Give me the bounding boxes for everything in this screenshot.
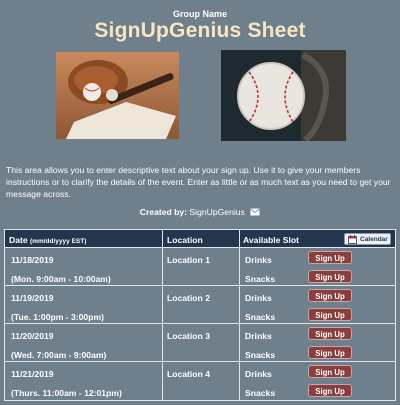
row-date: 11/19/2019 (11, 293, 54, 303)
signup-button-snacks[interactable]: Sign Up (308, 384, 352, 397)
group-name: Group Name (172, 9, 227, 19)
row-location: Location 1 (167, 255, 210, 265)
table-row: 11/21/2019 (Thurs. 11:00am - 12:01pm) Lo… (5, 362, 395, 400)
calendar-icon (348, 235, 357, 246)
column-header-location: Location (167, 235, 203, 245)
column-header-slot: Available Slot (243, 235, 300, 245)
slot-snacks: Snacks (245, 312, 276, 322)
row-date: 11/21/2019 (11, 369, 54, 379)
slot-drinks: Drinks (245, 293, 272, 303)
table-row: 11/19/2019 (Tue. 1:00pm - 3:00pm) Locati… (5, 286, 395, 324)
row-date: 11/18/2019 (11, 255, 54, 265)
row-time: (Thurs. 11:00am - 12:01pm) (11, 388, 122, 398)
signup-button-snacks[interactable]: Sign Up (308, 346, 352, 359)
row-time: (Mon. 9:00am - 10:00am) (11, 274, 111, 284)
baseball-glove-photo (56, 52, 179, 139)
calendar-button[interactable]: Calendar (344, 233, 391, 245)
slot-snacks: Snacks (245, 274, 276, 284)
created-by: Created by: SignUpGenius (0, 207, 400, 218)
signup-button-drinks[interactable]: Sign Up (308, 327, 352, 340)
envelope-icon[interactable] (250, 208, 261, 218)
row-location: Location 2 (167, 293, 210, 303)
table-body: 11/18/2019 (Mon. 9:00am - 10:00am) Locat… (5, 248, 395, 400)
signup-table: Date (mm/dd/yyyy EST) Location Available… (4, 229, 396, 401)
row-location: Location 4 (167, 369, 210, 379)
calendar-label: Calendar (360, 236, 388, 243)
row-location: Location 3 (167, 331, 210, 341)
creator-name: SignUpGenius (189, 207, 245, 217)
table-header: Date (mm/dd/yyyy EST) Location Available… (5, 230, 395, 248)
row-time: (Wed. 7:00am - 9:00am) (11, 350, 107, 360)
column-header-date: Date (mm/dd/yyyy EST) (9, 235, 87, 245)
row-date: 11/20/2019 (11, 331, 54, 341)
baseball-closeup-photo (221, 50, 346, 141)
sheet-title: SignUpGenius Sheet (94, 19, 306, 42)
signup-button-snacks[interactable]: Sign Up (308, 270, 352, 283)
signup-button-snacks[interactable]: Sign Up (308, 308, 352, 321)
signup-description: This area allows you to enter descriptiv… (6, 165, 391, 199)
slot-drinks: Drinks (245, 331, 272, 341)
created-by-label: Created by: (139, 207, 188, 217)
slot-snacks: Snacks (245, 350, 276, 360)
table-row: 11/20/2019 (Wed. 7:00am - 9:00am) Locati… (5, 324, 395, 362)
slot-drinks: Drinks (245, 255, 272, 265)
table-row: 11/18/2019 (Mon. 9:00am - 10:00am) Locat… (5, 248, 395, 286)
signup-button-drinks[interactable]: Sign Up (308, 365, 352, 378)
slot-drinks: Drinks (245, 369, 272, 379)
slot-snacks: Snacks (245, 388, 276, 398)
row-time: (Tue. 1:00pm - 3:00pm) (11, 312, 104, 322)
signup-button-drinks[interactable]: Sign Up (308, 251, 352, 264)
signup-button-drinks[interactable]: Sign Up (308, 289, 352, 302)
